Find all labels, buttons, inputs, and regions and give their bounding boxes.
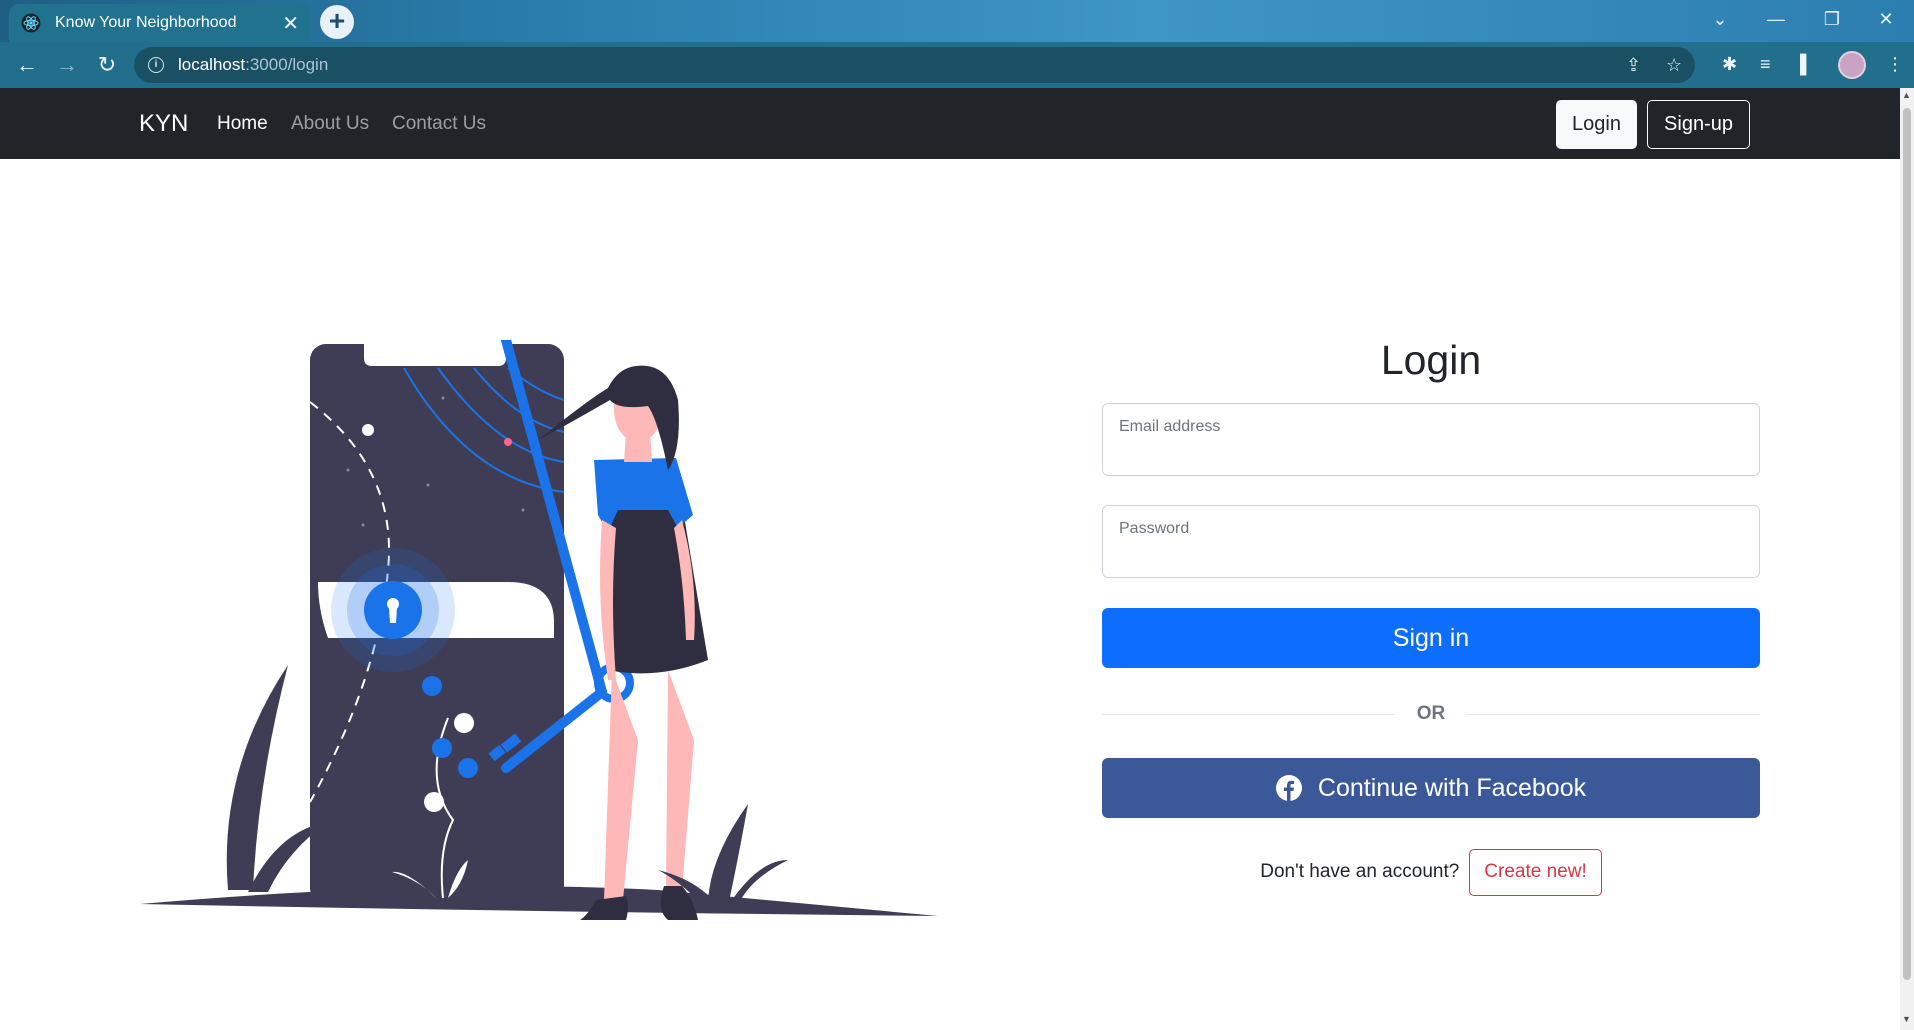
email-input[interactable]: [1119, 440, 1739, 468]
facebook-icon: [1275, 775, 1302, 801]
page-scrollbar[interactable]: ▲ ▼: [1900, 88, 1914, 1030]
back-arrow-icon[interactable]: ←: [10, 48, 44, 82]
react-icon: [21, 13, 41, 33]
sign-in-button[interactable]: Sign in: [1102, 608, 1760, 668]
reload-icon[interactable]: ↻: [90, 48, 124, 82]
forward-arrow-icon[interactable]: →: [50, 48, 84, 82]
divider-text: OR: [1416, 703, 1446, 724]
address-bar[interactable]: i localhost:3000/login ⇪ ☆: [134, 47, 1695, 83]
browser-toolbar: ← → ↻ i localhost:3000/login ⇪ ☆ ✱ ≡ ▌ ⋮: [0, 42, 1914, 88]
brand-logo[interactable]: KYN: [139, 110, 188, 138]
facebook-button-label: Continue with Facebook: [1317, 773, 1587, 802]
page-title: Login: [1380, 337, 1482, 383]
password-field[interactable]: Password: [1102, 505, 1760, 578]
nav-login-button[interactable]: Login: [1556, 100, 1637, 149]
new-tab-button[interactable]: +: [320, 5, 354, 39]
nav-home[interactable]: Home: [217, 113, 268, 135]
or-divider: OR: [1102, 700, 1760, 728]
password-input[interactable]: [1119, 542, 1739, 570]
url-host: localhost: [178, 55, 246, 74]
bookmark-star-icon[interactable]: ☆: [1666, 55, 1682, 76]
extensions-icon[interactable]: ✱: [1722, 54, 1737, 75]
signup-row: Don't have an account? Create new!: [1102, 848, 1760, 896]
close-window-icon[interactable]: ✕: [1858, 0, 1914, 38]
login-illustration: [140, 340, 938, 920]
create-account-button[interactable]: Create new!: [1469, 848, 1602, 896]
url-path: :3000/login: [245, 55, 329, 74]
scroll-down-icon[interactable]: ▼: [1902, 1014, 1911, 1024]
nav-signup-button[interactable]: Sign-up: [1647, 100, 1750, 149]
email-label: Email address: [1119, 418, 1221, 435]
minimize-icon[interactable]: —: [1748, 0, 1804, 38]
site-info-icon[interactable]: i: [148, 57, 164, 73]
menu-kebab-icon[interactable]: ⋮: [1886, 54, 1904, 75]
email-field[interactable]: Email address: [1102, 403, 1760, 476]
side-panel-icon[interactable]: ▌: [1800, 54, 1813, 75]
facebook-login-button[interactable]: Continue with Facebook: [1102, 758, 1760, 818]
scroll-thumb[interactable]: [1903, 108, 1911, 980]
tab-title: Know Your Neighborhood: [55, 14, 237, 31]
media-icon[interactable]: ≡: [1760, 54, 1771, 75]
divider-line-left: [1102, 713, 1395, 715]
tab-close-icon[interactable]: ✕: [282, 11, 299, 36]
tab-search-icon[interactable]: ⌄: [1692, 0, 1748, 38]
scroll-up-icon[interactable]: ▲: [1902, 90, 1911, 100]
signup-prompt: Don't have an account?: [1260, 861, 1460, 882]
nav-contact-us[interactable]: Contact Us: [392, 113, 486, 135]
restore-icon[interactable]: ❐: [1804, 0, 1860, 38]
share-icon[interactable]: ⇪: [1626, 55, 1641, 76]
divider-line-right: [1467, 713, 1760, 715]
browser-tab[interactable]: Know Your Neighborhood ✕: [9, 4, 311, 42]
profile-avatar[interactable]: [1838, 51, 1866, 79]
browser-titlebar: Know Your Neighborhood ✕ + ⌄ — ❐ ✕: [0, 0, 1914, 42]
password-label: Password: [1119, 520, 1190, 537]
nav-about-us[interactable]: About Us: [291, 113, 369, 135]
site-navbar: KYN Home About Us Contact Us Login Sign-…: [0, 88, 1900, 159]
